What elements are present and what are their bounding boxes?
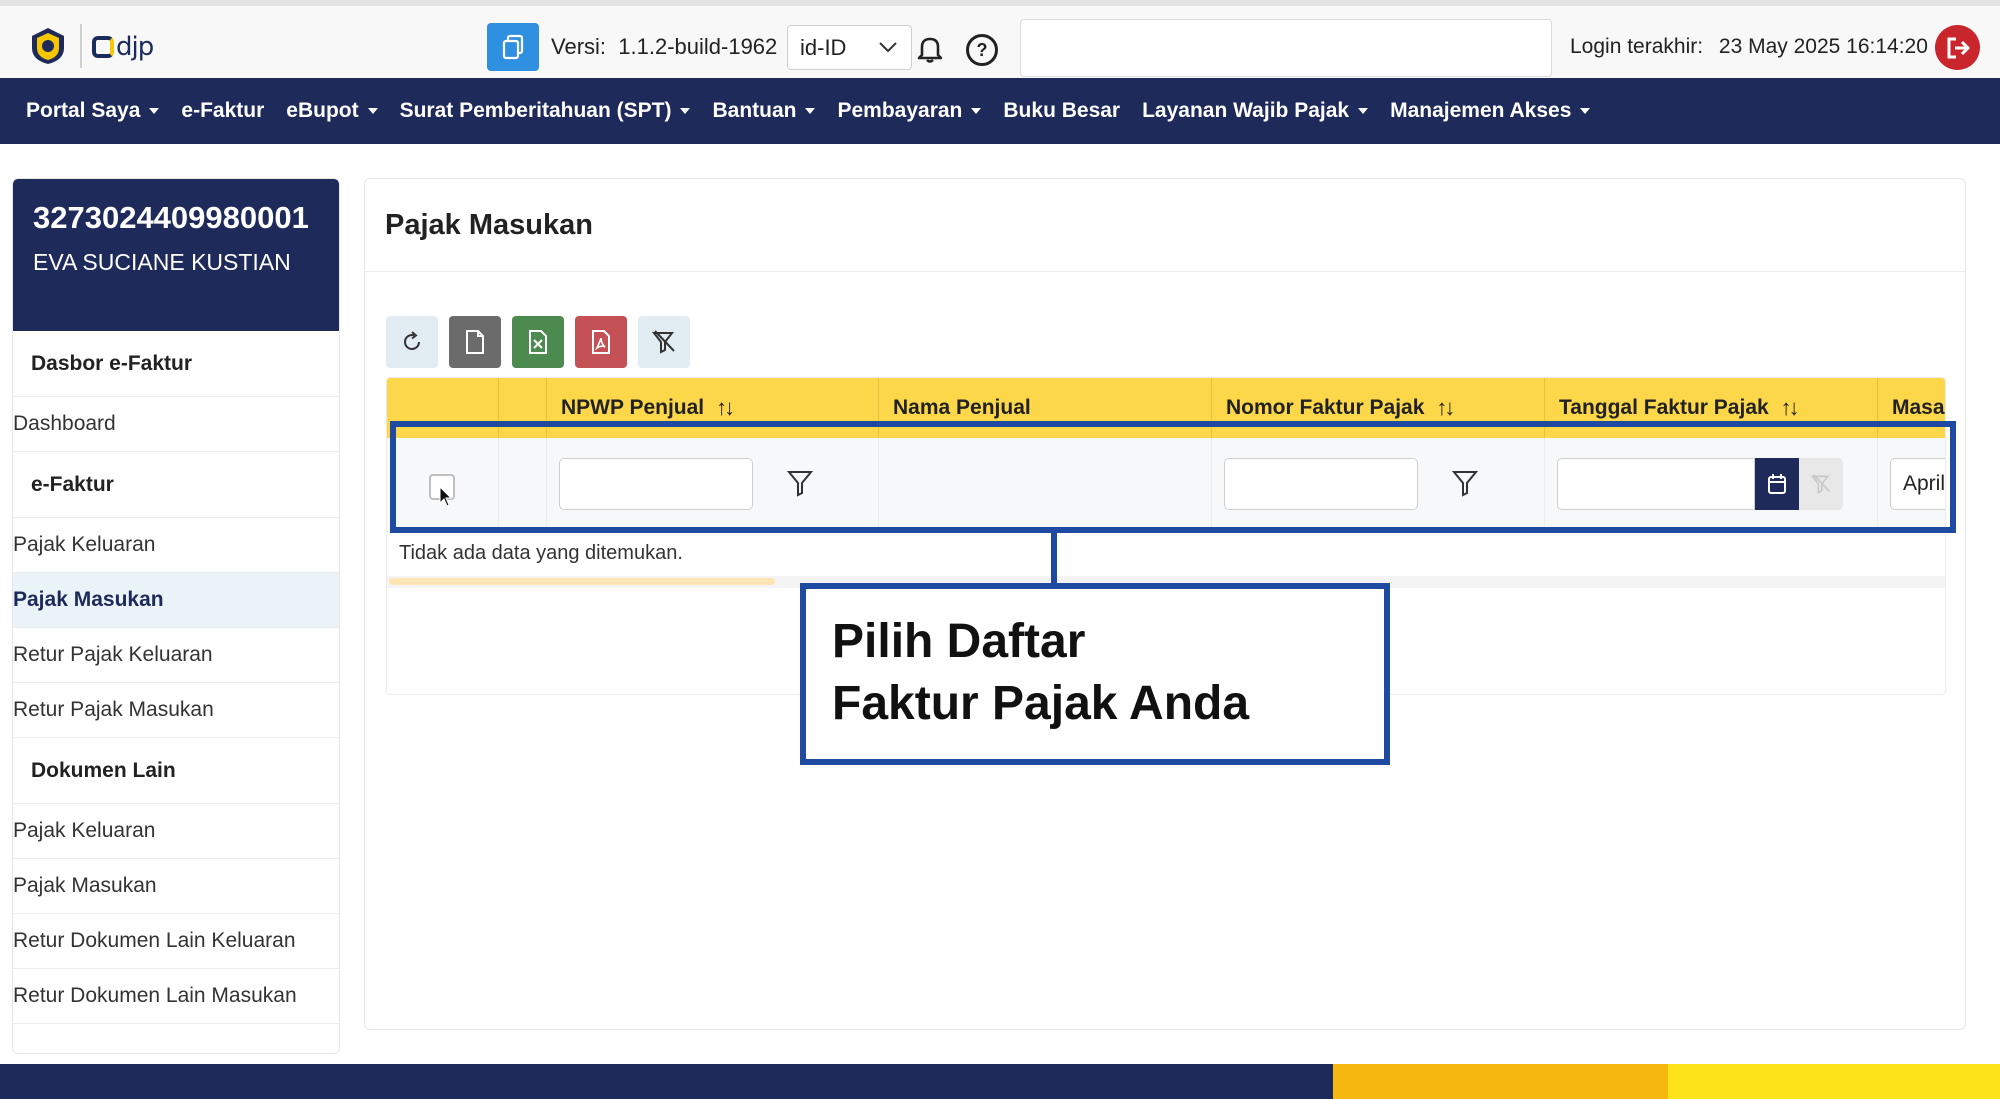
caret-down-icon bbox=[367, 108, 378, 114]
clear-filter-button[interactable] bbox=[638, 316, 690, 368]
nav-item-surat-pemberitahuan-spt[interactable]: Surat Pemberitahuan (SPT) bbox=[400, 99, 691, 123]
col-tanggal-faktur-label: Tanggal Faktur Pajak bbox=[1559, 396, 1769, 419]
sidebar-item-pajak-keluaran[interactable]: Pajak Keluaran bbox=[13, 804, 339, 859]
caret-down-icon bbox=[805, 108, 816, 114]
nav-item-layanan-wajib-pajak[interactable]: Layanan Wajib Pajak bbox=[1142, 99, 1369, 123]
nav-item-pembayaran[interactable]: Pembayaran bbox=[837, 99, 982, 123]
sidebar-section-title: Dasbor e-Faktur bbox=[13, 331, 339, 397]
nav-item-label: Buku Besar bbox=[1003, 99, 1121, 122]
nav-item-buku-besar[interactable]: Buku Besar bbox=[1003, 99, 1120, 123]
top-search-field[interactable] bbox=[1020, 19, 1552, 77]
footer-accent-orange bbox=[1333, 1064, 1668, 1099]
djp-mark-icon bbox=[92, 36, 114, 58]
nav-item-label: eBupot bbox=[286, 99, 359, 122]
version-value: 1.1.2-build-1962 bbox=[618, 34, 778, 59]
version-info: Versi: 1.1.2-build-1962 bbox=[551, 34, 777, 60]
document-icon bbox=[466, 330, 484, 354]
sidebar-item-retur-dokumen-lain-masukan[interactable]: Retur Dokumen Lain Masukan bbox=[13, 969, 339, 1024]
page-title: Pajak Masukan bbox=[365, 179, 1965, 272]
excel-file-icon bbox=[529, 330, 547, 354]
caret-down-icon bbox=[149, 108, 160, 114]
kemenkeu-emblem-icon bbox=[32, 28, 64, 64]
caret-down-icon bbox=[971, 108, 982, 114]
nav-item-bantuan[interactable]: Bantuan bbox=[712, 99, 816, 123]
col-nomor-faktur-label: Nomor Faktur Pajak bbox=[1226, 396, 1425, 419]
refresh-button[interactable] bbox=[386, 316, 438, 368]
taxpayer-profile: 3273024409980001 EVA SUCIANE KUSTIAN bbox=[13, 179, 339, 331]
djp-logo-text: djp bbox=[116, 32, 154, 62]
nav-item-label: Portal Saya bbox=[26, 99, 141, 122]
last-login: Login terakhir: 23 May 2025 16:14:20 bbox=[1570, 35, 1928, 59]
sidebar-section-title: Dokumen Lain bbox=[13, 738, 339, 804]
sidebar-item-retur-dokumen-lain-keluaran[interactable]: Retur Dokumen Lain Keluaran bbox=[13, 914, 339, 969]
nav-item-ebupot[interactable]: eBupot bbox=[286, 99, 378, 123]
top-bar: djp Versi: 1.1.2-build-1962 id-ID ? Logi… bbox=[0, 0, 2000, 78]
nav-item-manajemen-akses[interactable]: Manajemen Akses bbox=[1390, 99, 1591, 123]
export-excel-button[interactable] bbox=[512, 316, 564, 368]
chevron-down-icon bbox=[879, 42, 897, 53]
filter-clear-icon bbox=[651, 330, 675, 354]
language-select[interactable]: id-ID bbox=[787, 25, 912, 70]
col-npwp-penjual-label: NPWP Penjual bbox=[561, 396, 705, 419]
nav-item-label: e-Faktur bbox=[181, 99, 265, 122]
sidebar-item-retur-pajak-keluaran[interactable]: Retur Pajak Keluaran bbox=[13, 628, 339, 683]
djp-logo: djp bbox=[92, 30, 154, 64]
nav-item-e-faktur[interactable]: e-Faktur bbox=[181, 99, 264, 123]
grid-toolbar bbox=[386, 316, 690, 368]
annotation-callout: Pilih Daftar Faktur Pajak Anda bbox=[800, 583, 1390, 765]
sort-icon[interactable]: ↑↓ bbox=[1781, 395, 1800, 421]
annotation-line-2: Faktur Pajak Anda bbox=[832, 677, 1250, 730]
main-navbar: Portal Saya e-Faktur eBupot Surat Pemberita… bbox=[0, 78, 2000, 144]
pdf-file-icon bbox=[592, 330, 610, 354]
logo-separator bbox=[80, 24, 82, 68]
caret-down-icon bbox=[1358, 108, 1369, 114]
scrollbar-thumb[interactable] bbox=[389, 578, 775, 585]
nav-item-label: Pembayaran bbox=[837, 99, 963, 122]
sidebar-item-pajak-masukan[interactable]: Pajak Masukan bbox=[13, 573, 339, 628]
copy-button[interactable] bbox=[487, 23, 539, 71]
version-label: Versi: bbox=[551, 34, 607, 59]
export-pdf-button[interactable] bbox=[575, 316, 627, 368]
taxpayer-npwp: 3273024409980001 bbox=[33, 200, 309, 235]
sidebar: 3273024409980001 EVA SUCIANE KUSTIAN Das… bbox=[12, 178, 340, 1054]
taxpayer-name: EVA SUCIANE KUSTIAN bbox=[33, 249, 291, 275]
col-masa-label: Masa bbox=[1892, 396, 1945, 419]
logout-icon bbox=[1947, 37, 1969, 58]
annotation-connector bbox=[1051, 533, 1057, 583]
language-value: id-ID bbox=[800, 34, 847, 60]
sidebar-item-pajak-masukan[interactable]: Pajak Masukan bbox=[13, 859, 339, 914]
annotation-line-1: Pilih Daftar bbox=[832, 615, 1086, 668]
caret-down-icon bbox=[680, 108, 691, 114]
refresh-icon bbox=[404, 331, 420, 350]
sidebar-section-title: e-Faktur bbox=[13, 452, 339, 518]
sort-icon[interactable]: ↑↓ bbox=[716, 395, 735, 421]
footer-bar bbox=[0, 1064, 2000, 1099]
caret-down-icon bbox=[1580, 108, 1591, 114]
footer-accent-yellow bbox=[1668, 1064, 2000, 1099]
nav-item-label: Layanan Wajib Pajak bbox=[1142, 99, 1350, 122]
nav-item-label: Bantuan bbox=[712, 99, 797, 122]
nav-item-label: Surat Pemberitahuan (SPT) bbox=[399, 99, 672, 122]
sidebar-item-pajak-keluaran[interactable]: Pajak Keluaran bbox=[13, 518, 339, 573]
nav-item-portal-saya[interactable]: Portal Saya bbox=[26, 99, 160, 123]
col-nama-penjual-label: Nama Penjual bbox=[893, 396, 1031, 419]
logout-button[interactable] bbox=[1935, 25, 1980, 70]
last-login-label: Login terakhir: bbox=[1570, 35, 1704, 58]
bell-icon[interactable] bbox=[916, 34, 944, 64]
sidebar-item-retur-pajak-masukan[interactable]: Retur Pajak Masukan bbox=[13, 683, 339, 738]
export-document-button[interactable] bbox=[449, 316, 501, 368]
last-login-value: 23 May 2025 16:14:20 bbox=[1718, 35, 1928, 58]
empty-message: Tidak ada data yang ditemukan. bbox=[399, 542, 683, 564]
sidebar-menu: Dasbor e-Faktur Dashboard e-Faktur Pajak Ke… bbox=[13, 331, 339, 1024]
annotation-highlight-box bbox=[390, 421, 1956, 533]
sidebar-item-dashboard[interactable]: Dashboard bbox=[13, 397, 339, 452]
help-icon[interactable]: ? bbox=[966, 34, 998, 66]
nav-item-label: Manajemen Akses bbox=[1390, 99, 1572, 122]
sort-icon[interactable]: ↑↓ bbox=[1436, 395, 1455, 421]
copy-icon bbox=[502, 34, 524, 60]
